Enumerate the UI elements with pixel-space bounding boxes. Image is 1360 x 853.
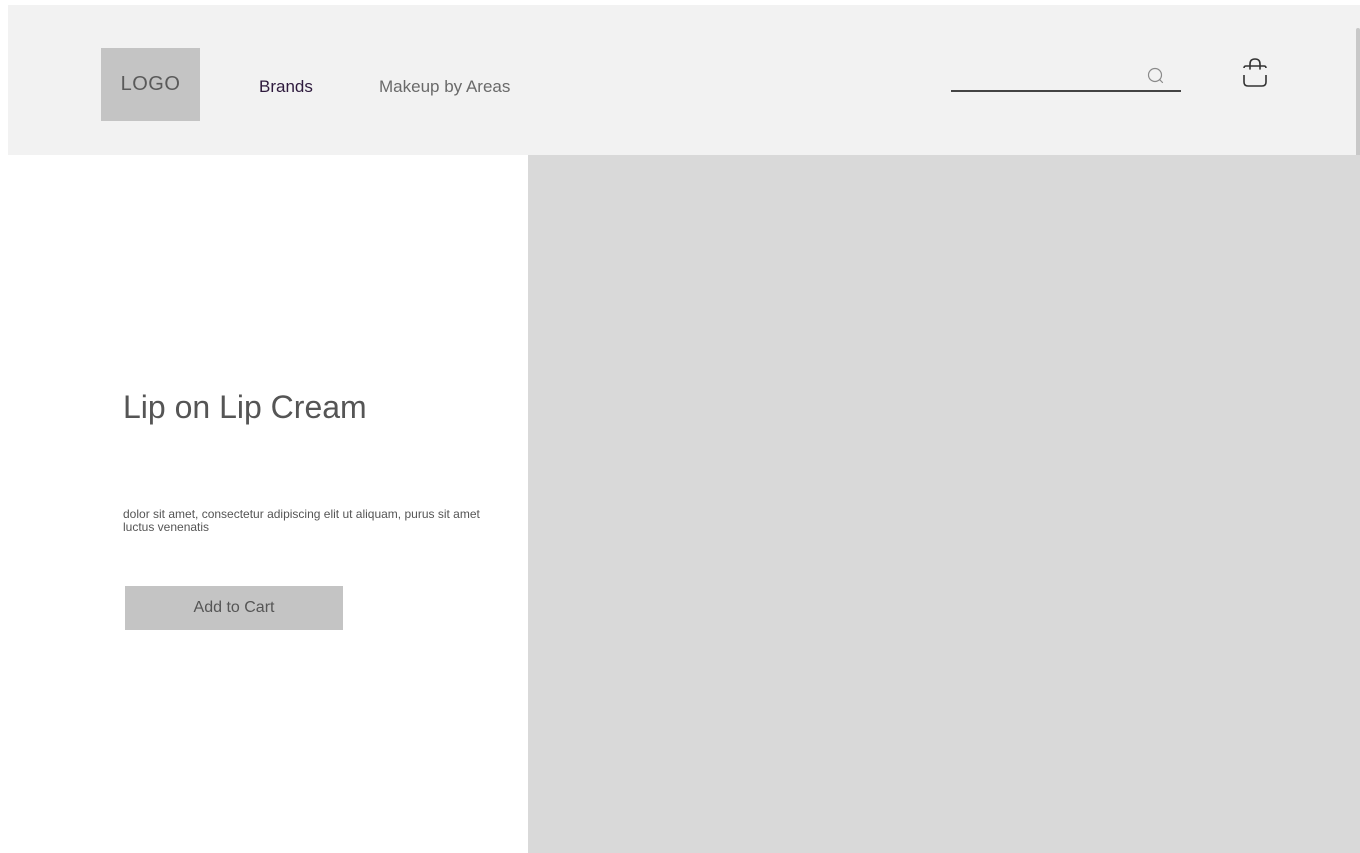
add-to-cart-button[interactable]: Add to Cart — [125, 586, 343, 630]
logo-text: LOGO — [120, 72, 181, 95]
nav-link-makeup-by-areas[interactable]: Makeup by Areas — [379, 77, 510, 97]
search-input[interactable] — [951, 60, 1141, 90]
shopping-bag-icon[interactable] — [1240, 57, 1270, 89]
logo[interactable]: LOGO — [101, 48, 200, 121]
search-underline — [951, 90, 1181, 92]
page: LOGO Brands Makeup by Areas Lip on Lip C… — [0, 0, 1360, 853]
product-title: Lip on Lip Cream — [123, 389, 367, 425]
product-image-placeholder — [528, 155, 1360, 853]
search-bar — [951, 60, 1181, 92]
product-description: dolor sit amet, consectetur adipiscing e… — [123, 507, 480, 534]
search-icon[interactable] — [1146, 66, 1166, 86]
nav-link-brands[interactable]: Brands — [259, 77, 313, 97]
site-header: LOGO Brands Makeup by Areas — [8, 5, 1360, 155]
